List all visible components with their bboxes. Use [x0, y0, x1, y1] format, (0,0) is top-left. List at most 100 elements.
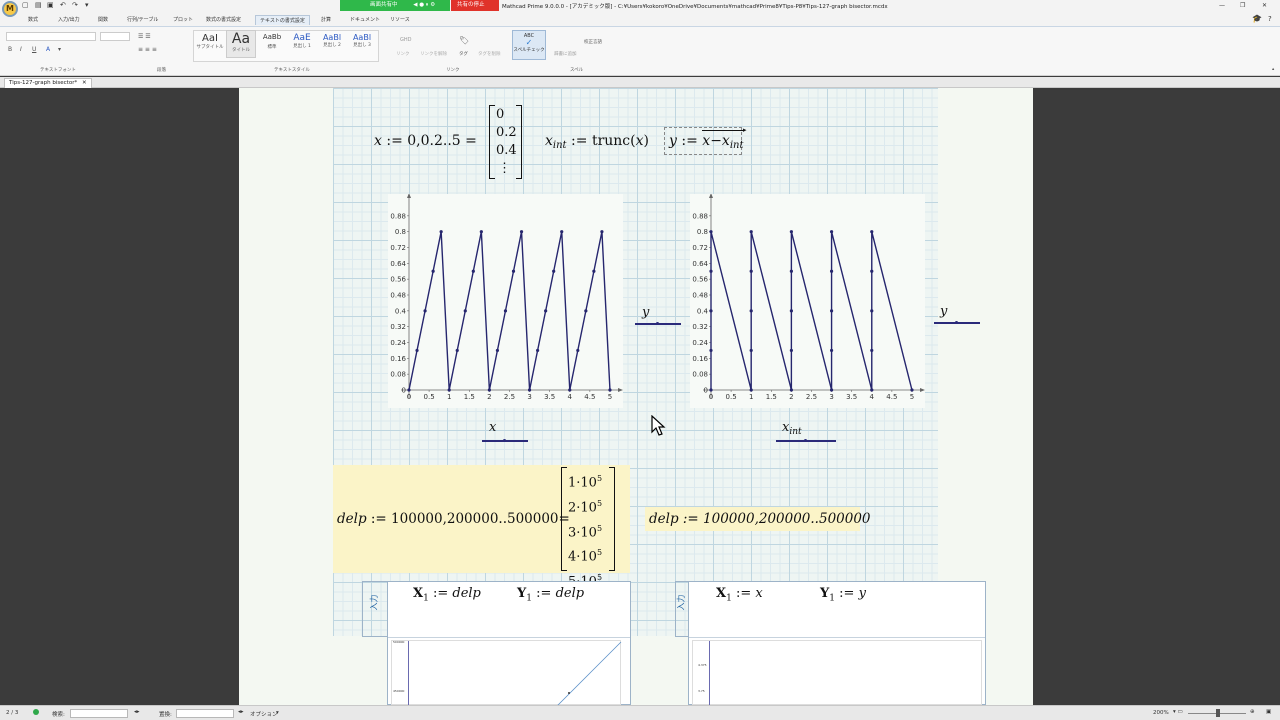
plot-1-data-point [608, 388, 612, 392]
style-subtitle[interactable]: AaI サブタイトル [196, 33, 224, 50]
font-family-dropdown[interactable] [6, 32, 96, 41]
group-link: リンク [446, 68, 460, 73]
page-view-icon[interactable]: ▣ [1266, 709, 1271, 715]
font-color-icon[interactable]: A [46, 46, 50, 53]
restore-icon[interactable]: ❐ [1240, 2, 1245, 9]
style-normal[interactable]: AaBb 標準 [258, 33, 286, 50]
plot-1-y-axis-arrowhead [407, 193, 411, 198]
ribbon-collapse-icon[interactable]: ▴ [1272, 67, 1274, 72]
style-normal-sample: AaBb [262, 33, 282, 41]
spell-check-button[interactable]: ABC ✓ スペルチェック [512, 30, 546, 60]
panel-left-chart[interactable]: 500000 450000 [391, 640, 622, 706]
style-heading-2[interactable]: AaBl 見出し 2 [318, 33, 346, 48]
align-icon[interactable]: ≡ ≡ ≡ [138, 46, 157, 53]
plot-2-x-axis-arrowhead [920, 388, 925, 392]
options-dropdown-icon[interactable]: ▾ [276, 710, 279, 716]
panel-right-y-def: Y1 := y [820, 586, 866, 604]
italic-icon[interactable]: I [20, 46, 22, 53]
tab-resources[interactable]: リソース [390, 16, 410, 23]
bold-icon[interactable]: B [8, 46, 12, 53]
plot-1[interactable]: 0 0.5 1 1.5 2 2.5 3 3.5 4 4.5 5 0 0.08 0.16 0.24 0.32 0.… [388, 193, 623, 408]
new-icon[interactable]: ▢ [22, 1, 29, 9]
plot-2[interactable]: 0 0.5 1 1.5 2 2.5 3 3.5 4 4.5 5 0 0.08 0.16 0.24 0.32 0.… [690, 193, 925, 408]
style-title[interactable]: Aa タイトル [226, 30, 256, 58]
plot-2-data-point [709, 230, 713, 234]
plot-1-y-tick-label: 0.48 [390, 292, 406, 300]
tab-text-formatting[interactable]: テキストの書式設定 [255, 15, 310, 25]
tab-functions[interactable]: 関数 [98, 16, 108, 23]
replace-input[interactable] [176, 709, 234, 718]
plot-2-x-tick-label: 0.5 [726, 393, 737, 401]
delp-vector-mantissa: 4·10 [568, 549, 597, 565]
font-size-dropdown[interactable] [100, 32, 130, 41]
plot-1-x-tick-label: 0 [407, 393, 411, 401]
tab-document[interactable]: ドキュメント [350, 16, 380, 23]
delp-vector-left-bracket [561, 467, 567, 571]
plot-2-x-tick-label: 4.5 [886, 393, 897, 401]
plot-1-data-point [584, 309, 588, 313]
plot-1-y-axis-label[interactable]: y [642, 305, 649, 320]
plot-1-x-axis-label[interactable]: x [489, 420, 496, 435]
document-tab[interactable]: Tips-127-graph bisector* ✕ [4, 78, 92, 88]
open-icon[interactable]: ▤ [35, 1, 42, 9]
delp-vector-right-bracket [609, 467, 615, 571]
link-button[interactable]: リンク [396, 51, 410, 57]
hid-icon: GHD [400, 37, 412, 43]
zoom-mode-icon[interactable]: ▾ ▭ [1173, 709, 1183, 715]
panel-left-chart-line [556, 641, 622, 706]
options-label[interactable]: オプション [250, 710, 278, 718]
panel-right-side-label: 入力 [676, 594, 686, 611]
style-heading-1[interactable]: AaE 見出し 1 [288, 33, 316, 49]
bullet-list-icon[interactable]: ☰ ☰ [138, 33, 151, 40]
help-cap-icon[interactable]: 🎓 [1252, 14, 1262, 23]
tab-plots[interactable]: プロット [173, 16, 193, 23]
panel-right-chart[interactable]: 4.375 3.75 [692, 640, 982, 706]
xint-definition[interactable]: xint := trunc(x) [545, 133, 649, 151]
panel-right-tick: 3.75 [698, 689, 705, 693]
unlink-button[interactable]: リンクを解除 [420, 51, 447, 57]
plot-2-x-axis-label[interactable]: xint [782, 420, 802, 437]
add-to-dictionary-button[interactable]: 辞書に追加 [554, 51, 577, 57]
close-icon[interactable]: ✕ [1262, 2, 1267, 9]
search-input[interactable] [70, 709, 128, 718]
tab-math[interactable]: 数式 [28, 16, 38, 23]
tag-button[interactable]: タグ [459, 51, 468, 57]
search-prev-icon[interactable]: ◂▸ [134, 709, 140, 715]
underline-icon[interactable]: U [32, 46, 36, 53]
delp-vector-exponent: 5 [596, 548, 603, 558]
zoom-slider-thumb[interactable] [1216, 709, 1220, 717]
range-definition-x[interactable]: x := 0,0.2..5 = [374, 133, 477, 149]
save-icon[interactable]: ▣ [47, 1, 54, 9]
delp-vector-mantissa: 2·10 [568, 500, 597, 516]
proofing-language-button[interactable]: 校正言語 [584, 39, 602, 45]
plot-2-data-point [789, 348, 793, 353]
tab-calculation[interactable]: 計算 [321, 16, 331, 23]
help-icon[interactable]: ? [1268, 15, 1272, 23]
plot-1-x-axis-arrowhead [618, 388, 623, 392]
app-logo-icon[interactable]: M [2, 1, 18, 17]
style-heading-3[interactable]: AaBl 見出し 3 [348, 33, 376, 48]
undo-icon[interactable]: ↶ [60, 1, 66, 9]
replace-icon[interactable]: ◂▸ [238, 709, 244, 715]
stop-share-button[interactable]: 共有の停止 [451, 0, 499, 11]
panel-left-divider [388, 637, 630, 638]
tab-input-output[interactable]: 入力/出力 [58, 16, 80, 23]
plot-2-y-axis-label[interactable]: y [940, 304, 947, 319]
remove-tag-button[interactable]: タグを削除 [478, 51, 501, 57]
minimize-icon[interactable]: — [1219, 2, 1225, 9]
y-expr-a: x [702, 133, 711, 149]
document-tab-close-icon[interactable]: ✕ [82, 80, 87, 86]
redo-icon[interactable]: ↷ [72, 1, 78, 9]
tab-matrices-tables[interactable]: 行列/テーブル [127, 16, 158, 23]
xint-fn: trunc [591, 133, 631, 149]
qat-menu-icon[interactable]: ▾ [85, 1, 89, 9]
zoom-in-icon[interactable]: ⊕ [1250, 709, 1255, 715]
plot-1-x-tick-label: 4 [568, 393, 573, 401]
highlight-icon[interactable]: ▾ [58, 46, 61, 53]
screen-share-indicator[interactable]: 画面共有中 ◀ ● ⏸ ⚙ [340, 0, 450, 11]
plot-2-x-tick-label: 3 [829, 393, 833, 401]
plot-2-y-tick-label: 0.56 [692, 276, 708, 284]
tab-math-formatting[interactable]: 数式の書式設定 [206, 16, 241, 23]
plot-1-data-point [519, 230, 524, 234]
plot-1-data-point [592, 269, 596, 273]
